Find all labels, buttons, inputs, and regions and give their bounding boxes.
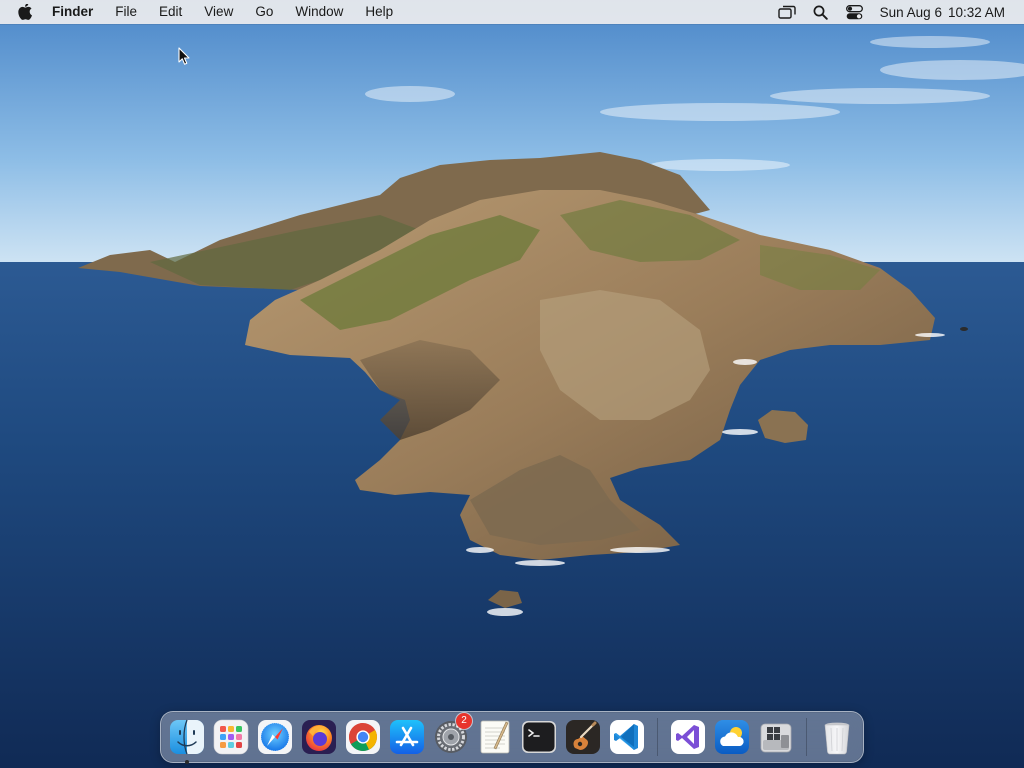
dock-instruments[interactable]	[564, 718, 602, 756]
dock-separator	[806, 718, 807, 756]
menu-window[interactable]: Window	[284, 0, 354, 24]
terminal-icon	[522, 721, 556, 753]
dock-trash[interactable]	[818, 718, 856, 756]
weather-icon	[715, 720, 749, 754]
running-indicator	[185, 760, 189, 764]
menu-help[interactable]: Help	[354, 0, 404, 24]
dock-terminal[interactable]	[520, 718, 558, 756]
dock-chrome[interactable]	[344, 718, 382, 756]
launchpad-icon	[213, 719, 249, 755]
app-store-icon	[390, 720, 424, 754]
control-center-icon[interactable]	[844, 0, 866, 24]
textedit-icon	[480, 720, 510, 754]
bootcamp-icon	[760, 723, 792, 753]
safari-icon	[258, 720, 292, 754]
dock-separator	[657, 718, 658, 756]
vscode-icon	[610, 720, 644, 754]
clock-date: Sun Aug 6	[879, 4, 942, 20]
finder-icon	[170, 719, 204, 755]
dock-textedit[interactable]	[476, 718, 514, 756]
apple-menu-icon[interactable]	[14, 0, 36, 24]
dock-vscode[interactable]	[608, 718, 646, 756]
dock-system-preferences[interactable]: 2	[432, 713, 472, 756]
mouse-pointer-icon	[178, 47, 190, 71]
menu-bar-right: Sun Aug 6 10:32 AM	[764, 0, 1024, 24]
dock-firefox[interactable]	[300, 718, 338, 756]
screen-mirroring-icon[interactable]	[776, 0, 798, 24]
menu-bar-clock[interactable]: Sun Aug 6 10:32 AM	[880, 5, 1005, 20]
menu-edit[interactable]: Edit	[148, 0, 193, 24]
menu-app-name[interactable]: Finder	[48, 0, 104, 24]
dock: 2	[160, 711, 864, 764]
dock-visual-studio[interactable]	[669, 718, 707, 756]
clock-time: 10:32 AM	[947, 4, 1005, 20]
dock-finder[interactable]	[168, 718, 206, 764]
desktop-wallpaper	[0, 0, 1024, 768]
dock-weather[interactable]	[713, 718, 751, 756]
dock-safari[interactable]	[256, 718, 294, 756]
dock-bootcamp[interactable]	[757, 718, 795, 756]
instruments-icon	[566, 720, 600, 754]
menu-bar: Finder File Edit View Go Window Help Sun…	[0, 0, 1024, 24]
chrome-icon	[346, 720, 380, 754]
visual-studio-icon	[671, 720, 705, 754]
trash-icon	[824, 722, 850, 755]
menu-file[interactable]: File	[104, 0, 148, 24]
dock-launchpad[interactable]	[212, 718, 250, 756]
firefox-icon	[302, 720, 336, 754]
menu-go[interactable]: Go	[244, 0, 284, 24]
spotlight-search-icon[interactable]	[810, 0, 832, 24]
notification-badge: 2	[456, 713, 472, 729]
dock-app-store[interactable]	[388, 718, 426, 756]
menu-view[interactable]: View	[193, 0, 244, 24]
menu-bar-left: Finder File Edit View Go Window Help	[0, 0, 404, 24]
